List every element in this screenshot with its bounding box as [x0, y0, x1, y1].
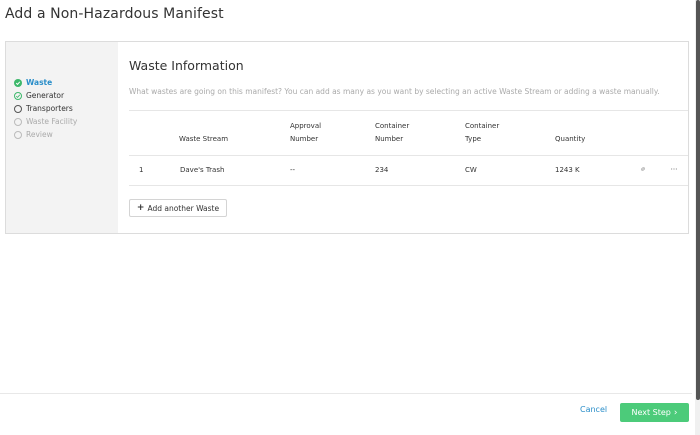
- header-container-type: Container Type: [465, 122, 500, 143]
- scrollbar[interactable]: [695, 0, 700, 435]
- chevron-right-icon: ›: [673, 407, 678, 418]
- step-label: Review: [26, 130, 53, 139]
- header-waste-stream: Waste Stream: [179, 135, 229, 143]
- step-waste[interactable]: Waste: [14, 77, 52, 88]
- more-icon[interactable]: [669, 164, 679, 174]
- circle-icon: [14, 117, 22, 126]
- step-label: Generator: [26, 91, 65, 100]
- step-generator[interactable]: Generator: [14, 90, 64, 101]
- step-sidebar: Waste Generator Transporters Waste Facil…: [6, 42, 118, 233]
- manifest-card: Waste Generator Transporters Waste Facil…: [5, 41, 689, 234]
- header-container-number: Container Number: [375, 122, 410, 143]
- cell-quantity: 1243 K: [555, 166, 580, 174]
- circle-icon: [14, 130, 22, 139]
- scrollbar-thumb[interactable]: [695, 0, 700, 400]
- step-label: Transporters: [26, 104, 73, 113]
- cell-container-number: 234: [375, 166, 389, 174]
- cell-approval-number: --: [290, 166, 296, 174]
- step-waste-facility: Waste Facility: [14, 116, 77, 127]
- row-index: 1: [139, 166, 144, 174]
- section-title: Waste Information: [129, 58, 244, 73]
- footer-divider: [0, 393, 692, 394]
- table-divider: [129, 110, 688, 111]
- next-step-button[interactable]: Next Step ›: [620, 403, 689, 422]
- step-label: Waste: [26, 78, 53, 87]
- waste-information-panel: Waste Information What wastes are going …: [118, 42, 688, 233]
- circle-icon: [14, 104, 22, 113]
- header-approval-number: Approval Number: [290, 122, 322, 143]
- link-icon[interactable]: [638, 164, 648, 174]
- check-circle-icon: [14, 78, 22, 87]
- step-review: Review: [14, 129, 53, 140]
- table-divider: [129, 155, 688, 156]
- step-label: Waste Facility: [26, 117, 78, 126]
- table-divider: [129, 185, 688, 186]
- page-title: Add a Non-Hazardous Manifest: [5, 6, 224, 22]
- step-transporters[interactable]: Transporters: [14, 103, 73, 114]
- header-quantity: Quantity: [555, 135, 586, 143]
- check-circle-outline-icon: [14, 91, 22, 100]
- plus-icon: +: [136, 203, 145, 213]
- cell-waste-stream: Dave's Trash: [180, 166, 225, 174]
- cancel-button[interactable]: Cancel: [580, 405, 607, 414]
- section-description: What wastes are going on this manifest? …: [129, 87, 660, 96]
- add-another-waste-button[interactable]: + Add another Waste: [129, 199, 227, 217]
- cell-container-type: CW: [465, 166, 477, 174]
